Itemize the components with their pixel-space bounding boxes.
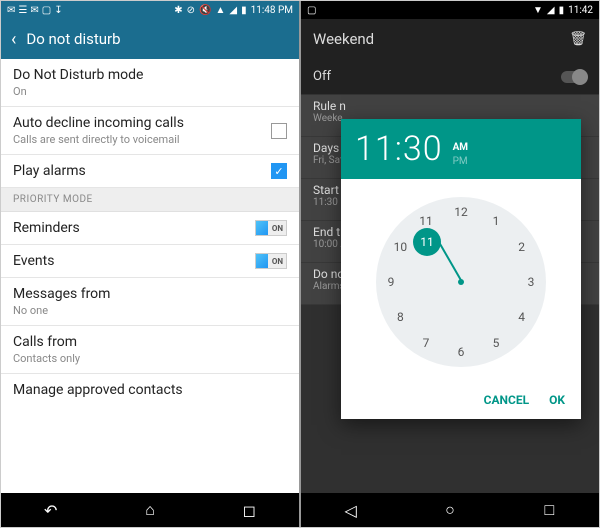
row-play-alarms[interactable]: Play alarms ✓ [1,155,299,188]
nav-recent-icon[interactable]: ◻ [239,500,259,520]
wifi-icon: ▼ [533,5,543,16]
clock-center [458,279,464,285]
row-messages-from[interactable]: Messages from No one [1,278,299,326]
clock-number[interactable]: 3 [520,271,542,293]
icon: ↧ [54,5,62,16]
ok-button[interactable]: OK [549,393,565,407]
minute-value[interactable]: 30 [403,129,443,169]
icon: ✱ [174,5,182,16]
clock-number[interactable]: 12 [450,201,472,223]
nav-recent-icon[interactable]: □ [539,500,559,520]
toggle-events[interactable]: ON [255,253,287,269]
clock-number[interactable]: 2 [511,236,533,258]
clock-number[interactable]: 5 [485,332,507,354]
app-bar-title: Do not disturb [26,30,120,48]
signal-icon: ◢ [547,5,555,16]
clock-number[interactable]: 7 [415,332,437,354]
wifi-icon: ▲ [215,5,225,16]
icon: ✉ [30,5,38,16]
delete-icon[interactable]: 🗑 [569,31,587,47]
clock-number[interactable]: 9 [380,271,402,293]
hour-value[interactable]: 11 [355,129,395,169]
signal-icon: ◢ [229,5,237,16]
icon: ▢ [307,5,316,16]
icon: ▢ [42,5,51,16]
battery-icon: ▮ [241,5,247,16]
nav-back-icon[interactable]: ◁ [341,500,361,520]
time-picker-header: 11:30 AM PM [341,119,581,179]
row-events[interactable]: Events ON [1,245,299,278]
toggle-reminders[interactable]: ON [255,220,287,236]
header: Weekend 🗑 [301,19,599,59]
settings-list: Do Not Disturb mode On Auto decline inco… [1,59,299,493]
clock-number[interactable]: 8 [389,306,411,328]
cancel-button[interactable]: CANCEL [484,393,529,407]
status-bar: ▢ ▼ ◢ ▮ 11:42 [301,1,599,19]
clock-face[interactable]: 11 121234567891011 [376,197,546,367]
nav-bar: ◁ ○ □ [301,493,599,527]
row-off[interactable]: Off [301,59,599,95]
switch-off[interactable] [561,71,587,83]
nav-bar: ↶ ⌂ ◻ [1,493,299,527]
row-manage-contacts[interactable]: Manage approved contacts [1,374,299,406]
icon: ✉ [7,5,15,16]
row-reminders[interactable]: Reminders ON [1,212,299,245]
clock-number[interactable]: 6 [450,341,472,363]
row-dnd-mode[interactable]: Do Not Disturb mode On [1,59,299,107]
am-toggle[interactable]: AM [453,141,468,155]
clock-number[interactable]: 10 [389,236,411,258]
pm-toggle[interactable]: PM [453,155,468,169]
clock-number[interactable]: 11 [415,210,437,232]
section-priority-mode: PRIORITY MODE [1,188,299,212]
status-time: 11:42 [568,5,593,16]
phone-right: ▢ ▼ ◢ ▮ 11:42 Weekend 🗑 Off Rule n Weeke [299,1,599,527]
back-icon[interactable]: ‹ [11,29,16,50]
nav-back-icon[interactable]: ↶ [41,500,61,520]
clock-number[interactable]: 1 [485,210,507,232]
battery-icon: ▮ [559,5,565,16]
time-picker-dialog: 11:30 AM PM 11 121234567891011 CANCEL [341,119,581,419]
nav-home-icon[interactable]: ⌂ [140,500,160,520]
row-auto-decline[interactable]: Auto decline incoming calls Calls are se… [1,107,299,155]
row-calls-from[interactable]: Calls from Contacts only [1,326,299,374]
status-bar: ✉ ☰ ✉ ▢ ↧ ✱ ⊘ 🔇 ▲ ◢ ▮ 11:48 PM [1,1,299,19]
icon: 🔇 [199,5,211,16]
icon: ⊘ [187,5,195,16]
phone-left: ✉ ☰ ✉ ▢ ↧ ✱ ⊘ 🔇 ▲ ◢ ▮ 11:48 PM ‹ Do not … [1,1,299,527]
status-time: 11:48 PM [251,5,293,16]
icon: ☰ [18,5,27,16]
clock-number[interactable]: 4 [511,306,533,328]
nav-home-icon[interactable]: ○ [440,500,460,520]
checkbox-play-alarms[interactable]: ✓ [271,163,287,179]
app-bar: ‹ Do not disturb [1,19,299,59]
checkbox-auto-decline[interactable] [271,123,287,139]
header-title: Weekend [313,30,374,48]
